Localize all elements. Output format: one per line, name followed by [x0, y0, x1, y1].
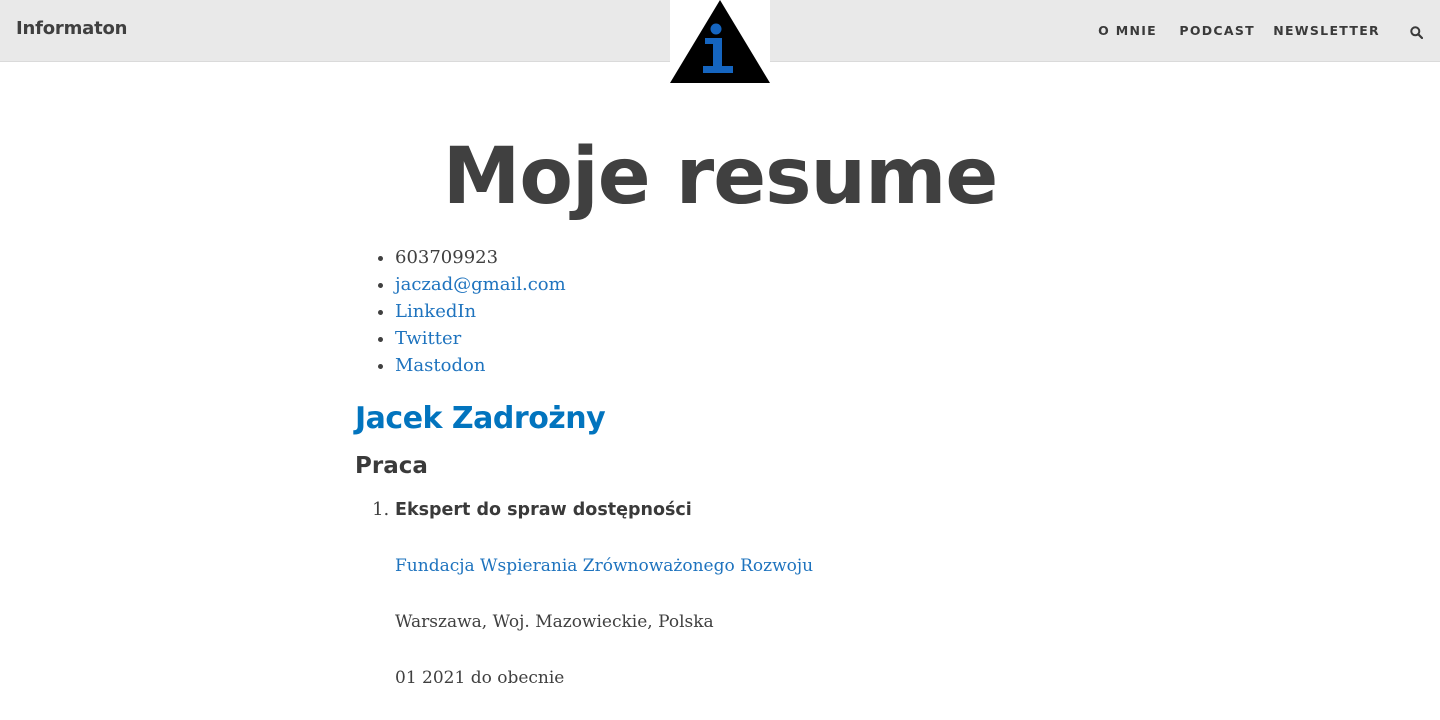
social-item-mastodon: Mastodon: [395, 352, 1085, 379]
profile-name: Jacek Zadrożny: [355, 401, 606, 436]
nav-item-podcast[interactable]: PODCAST: [1179, 23, 1255, 38]
info-triangle-icon: [670, 0, 770, 83]
social-item-linkedin: LinkedIn: [395, 298, 1085, 325]
organization-link[interactable]: Fundacja Wspierania Zrównoważonego Rozwo…: [395, 556, 813, 576]
search-icon[interactable]: [1410, 24, 1424, 43]
job-item: Ekspert do spraw dostępności Fundacja Ws…: [395, 497, 1085, 691]
contact-phone: 603709923: [395, 244, 1085, 271]
site-header: Informaton O MNIE PODCAST NEWSLETTER: [0, 0, 1440, 84]
info-logo[interactable]: [670, 0, 770, 84]
work-section-heading: Praca: [355, 453, 428, 479]
job-location: Warszawa, Woj. Mazowieckie, Polska: [395, 612, 714, 632]
job-dates: 01 2021 do obecnie: [395, 668, 565, 688]
nav-item-o-mnie[interactable]: O MNIE: [1098, 23, 1157, 38]
nav-item-newsletter[interactable]: NEWSLETTER: [1273, 23, 1380, 38]
job-title: Ekspert do spraw dostępności: [395, 500, 692, 520]
mastodon-link[interactable]: Mastodon: [395, 355, 485, 376]
contact-list: 603709923 jaczad@gmail.com: [355, 244, 1085, 298]
email-link[interactable]: jaczad@gmail.com: [395, 274, 566, 295]
twitter-link[interactable]: Twitter: [395, 328, 461, 349]
social-list: LinkedIn Twitter Mastodon: [355, 298, 1085, 379]
page-title: Moje resume: [442, 132, 999, 222]
contact-email-item: jaczad@gmail.com: [395, 271, 1085, 298]
linkedin-link[interactable]: LinkedIn: [395, 301, 476, 322]
resume-content: 603709923 jaczad@gmail.com LinkedIn Twit…: [355, 244, 1085, 691]
job-list: Ekspert do spraw dostępności Fundacja Ws…: [355, 497, 1085, 691]
job-organization: Fundacja Wspierania Zrównoważonego Rozwo…: [395, 553, 1085, 579]
social-item-twitter: Twitter: [395, 325, 1085, 352]
site-title-link[interactable]: Informaton: [16, 18, 127, 39]
